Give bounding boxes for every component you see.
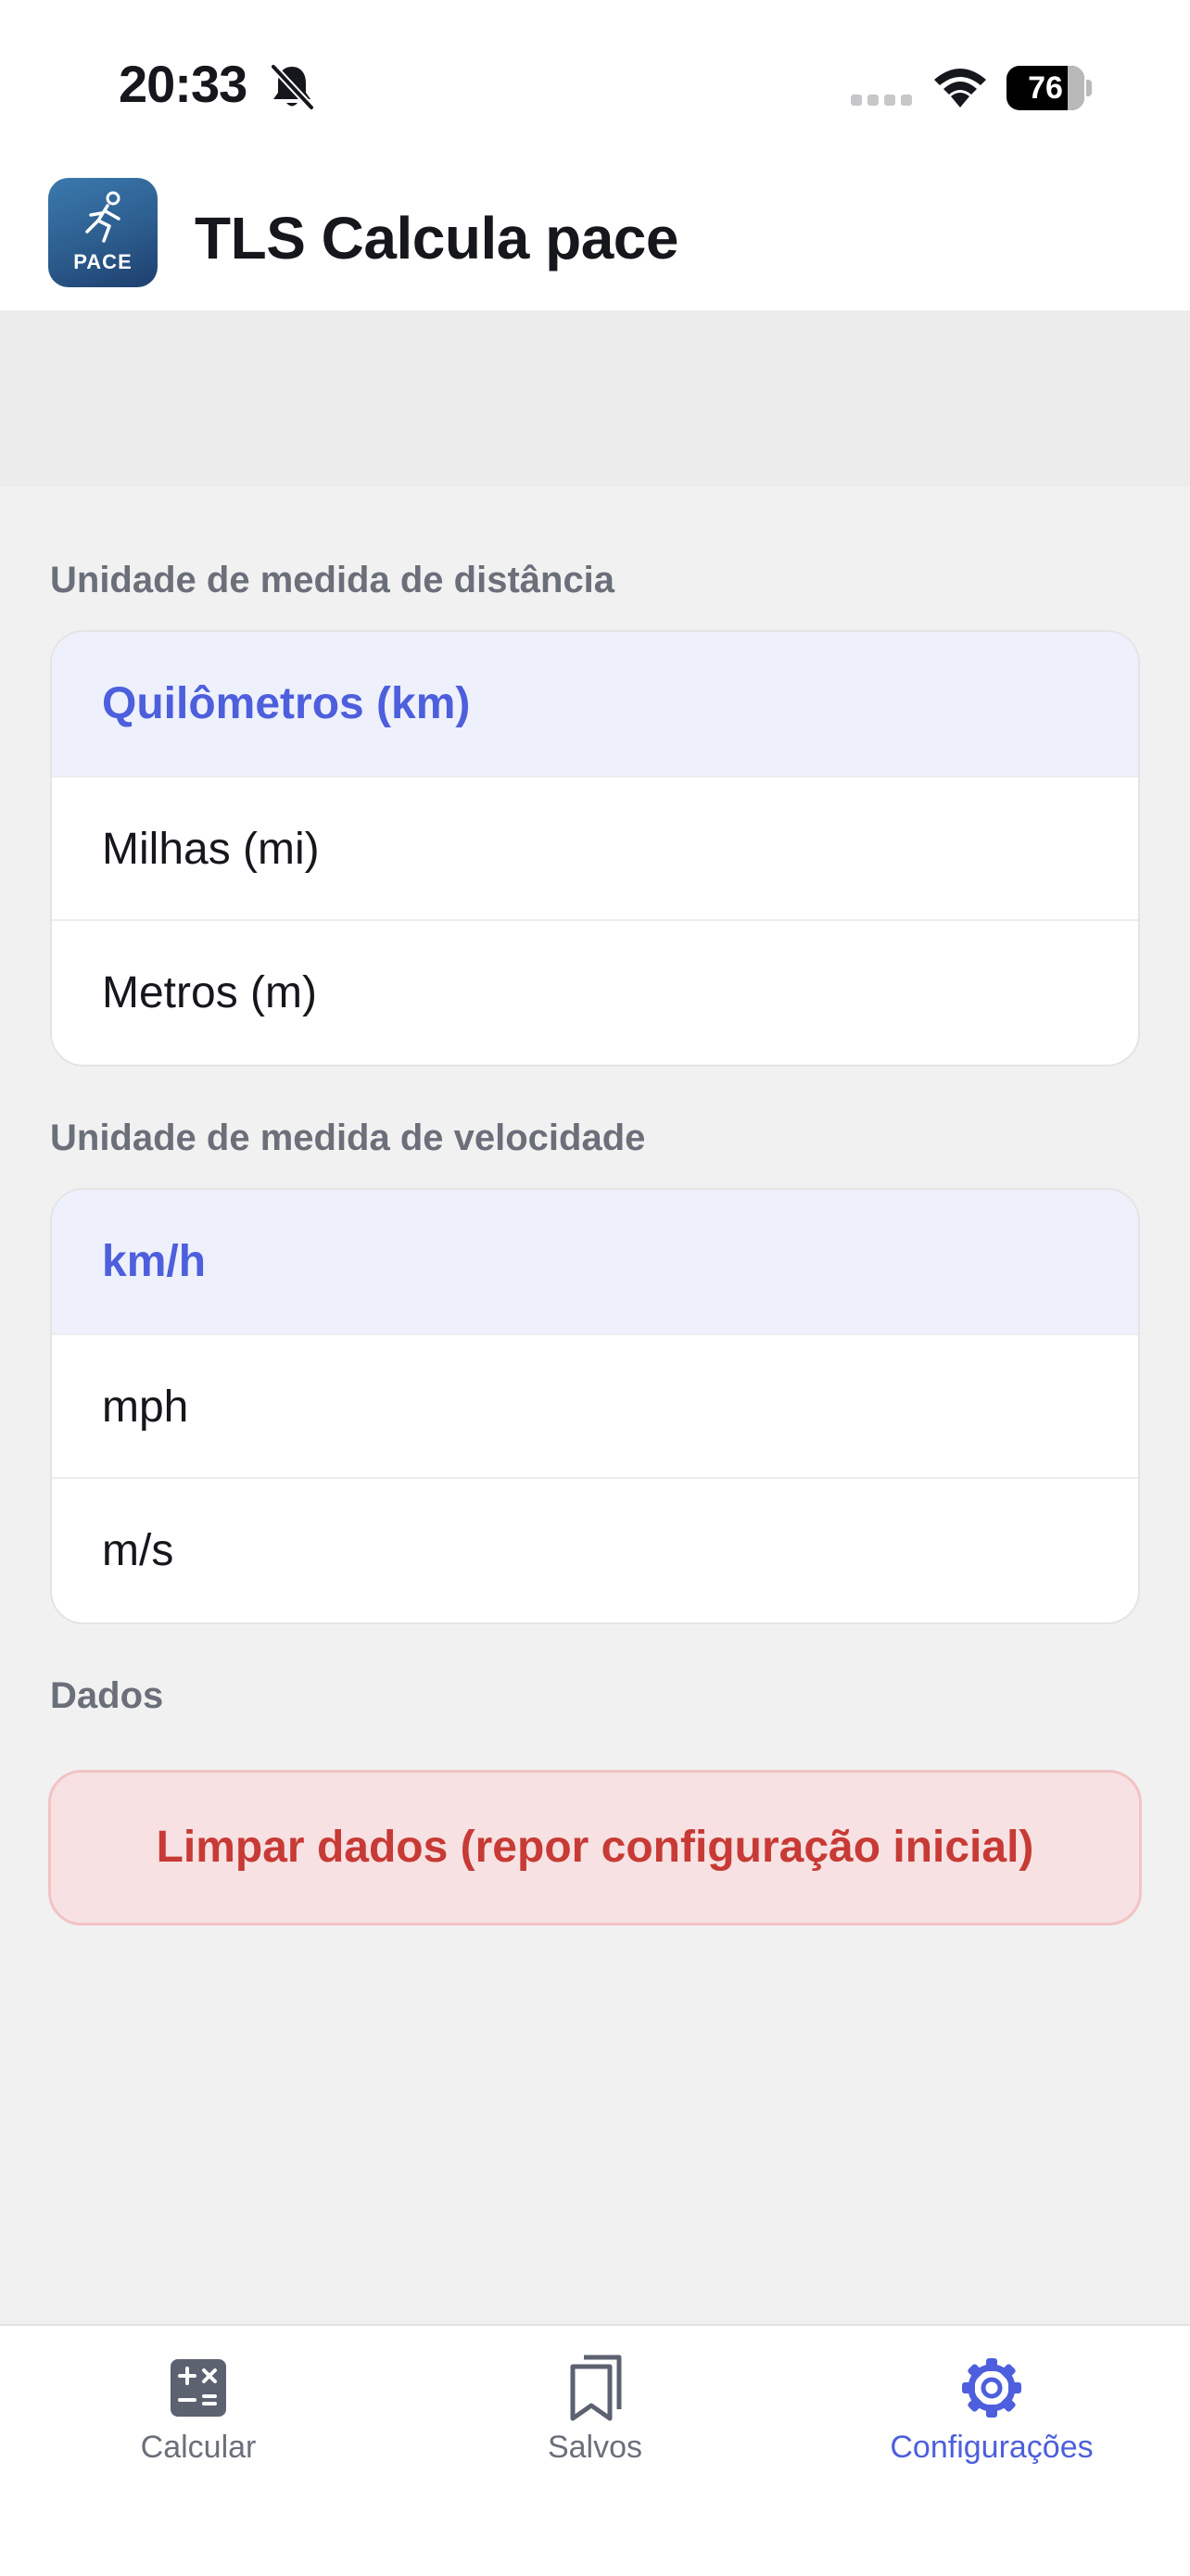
option-meters[interactable]: Metros (m) — [52, 919, 1138, 1063]
calculator-icon — [171, 2359, 226, 2417]
status-time: 20:33 — [119, 55, 247, 113]
tab-calcular-label: Calcular — [140, 2430, 257, 2465]
tab-bar: Calcular Salvos Configurações — [0, 2324, 1190, 2576]
bell-slash-icon — [271, 64, 314, 110]
option-ms[interactable]: m/s — [52, 1477, 1138, 1621]
battery-icon: 76 — [1006, 66, 1092, 110]
option-miles[interactable]: Milhas (mi) — [52, 776, 1138, 919]
app-header: PACE TLS Calcula pace — [0, 176, 1190, 310]
tab-configuracoes[interactable]: Configurações — [793, 2326, 1190, 2511]
option-mph[interactable]: mph — [52, 1333, 1138, 1477]
page-title: TLS Calcula pace — [195, 205, 678, 271]
distance-unit-options: Quilômetros (km) Milhas (mi) Metros (m) — [50, 630, 1140, 1067]
tab-calcular[interactable]: Calcular — [0, 2326, 397, 2511]
app-logo: PACE — [48, 178, 158, 287]
bookmark-icon — [570, 2355, 622, 2421]
header-spacer — [0, 310, 1190, 486]
wifi-icon — [934, 69, 986, 107]
speed-unit-label: Unidade de medida de velocidade — [50, 1118, 646, 1158]
option-kilometers[interactable]: Quilômetros (km) — [52, 632, 1138, 776]
logo-text: PACE — [73, 250, 133, 273]
distance-unit-label: Unidade de medida de distância — [50, 560, 615, 600]
gear-icon — [962, 2358, 1021, 2418]
tab-configuracoes-label: Configurações — [890, 2430, 1094, 2465]
speed-unit-options: km/h mph m/s — [50, 1188, 1140, 1624]
runner-icon — [85, 191, 120, 243]
reset-data-button[interactable]: Limpar dados (repor configuração inicial… — [48, 1770, 1142, 1926]
cellular-signal-icon — [851, 95, 912, 106]
battery-level: 76 — [1028, 70, 1063, 106]
tab-salvos[interactable]: Salvos — [397, 2326, 793, 2511]
status-bar: 20:33 76 — [0, 0, 1190, 176]
option-kmh[interactable]: km/h — [52, 1190, 1138, 1333]
tab-salvos-label: Salvos — [547, 2430, 643, 2465]
data-section-label: Dados — [50, 1675, 164, 1716]
